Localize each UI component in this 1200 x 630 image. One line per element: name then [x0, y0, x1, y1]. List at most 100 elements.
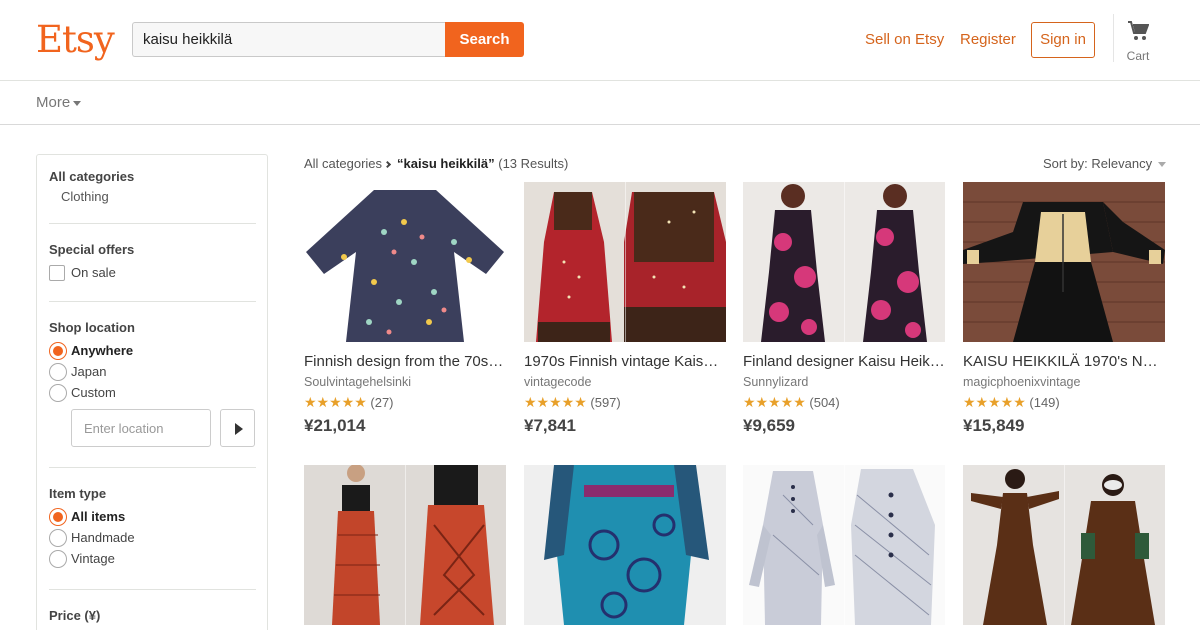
caret-down-icon [1158, 162, 1167, 168]
location-anywhere-label: Anywhere [71, 343, 134, 358]
listing-image[interactable] [743, 465, 945, 625]
location-custom-radio[interactable] [49, 383, 67, 402]
caret-down-icon [73, 100, 82, 106]
star-rating-icon: ★★★★★ [963, 394, 1026, 410]
shop-location-section: Shop location Anywhere Japan Custom [49, 320, 256, 403]
listing-card[interactable]: 1970s Finnish vintage Kaisu Heikkilä dre… [524, 182, 726, 436]
listing-price: ¥21,014 [304, 416, 366, 435]
item-type-handmade-radio[interactable] [49, 528, 67, 547]
item-type-handmade-option[interactable]: Handmade [49, 527, 256, 548]
listing-card[interactable]: KAISU HEIKKILÄ 1970's Nordic dress magic… [963, 182, 1165, 436]
listing-image[interactable] [304, 465, 506, 625]
listing-card[interactable] [743, 465, 945, 630]
listing-card[interactable] [963, 465, 1165, 630]
listing-price: ¥15,849 [963, 416, 1025, 435]
listing-image[interactable] [963, 182, 1165, 342]
listing-rating: ★★★★★ (597) [524, 394, 726, 411]
sign-in-button[interactable]: Sign in [1031, 22, 1095, 58]
play-arrow-icon [235, 423, 243, 435]
price-section: Price (¥) [49, 608, 256, 623]
price-title: Price (¥) [49, 608, 101, 623]
register-link[interactable]: Register [960, 31, 1016, 49]
review-count: (597) [590, 395, 621, 410]
etsy-logo[interactable]: Etsy [36, 18, 115, 62]
cart-button[interactable]: Cart [1121, 20, 1155, 63]
on-sale-option[interactable]: On sale [49, 262, 256, 283]
location-custom-label: Custom [71, 385, 116, 400]
listing-card[interactable]: Finnish design from the 70s vintage dres… [304, 182, 506, 436]
listing-card[interactable] [304, 465, 506, 630]
listing-title[interactable]: KAISU HEIKKILÄ 1970's Nordic dress [963, 353, 1165, 371]
filter-sidebar: All categories Clothing Special offers O… [36, 154, 268, 630]
all-categories-link[interactable]: All categories [49, 169, 256, 184]
item-type-vintage-radio[interactable] [49, 549, 67, 568]
categories-section: All categories Clothing [49, 169, 256, 204]
location-input[interactable] [71, 409, 211, 447]
listing-rating: ★★★★★ (149) [963, 394, 1165, 411]
sell-on-etsy-link[interactable]: Sell on Etsy [865, 31, 944, 49]
header-divider [1113, 14, 1114, 62]
on-sale-label: On sale [71, 265, 116, 280]
item-type-all-option[interactable]: All items [49, 506, 256, 527]
listing-card[interactable]: Finland designer Kaisu Heikkilä maxi dre… [743, 182, 945, 436]
section-divider [49, 589, 256, 590]
review-count: (149) [1029, 395, 1060, 410]
cart-label: Cart [1126, 49, 1150, 63]
sort-label: Sort by: Relevancy [1043, 156, 1153, 171]
star-rating-icon: ★★★★★ [524, 394, 587, 410]
listing-title[interactable]: Finland designer Kaisu Heikkilä maxi dre… [743, 353, 945, 371]
listing-title[interactable]: 1970s Finnish vintage Kaisu Heikkilä dre… [524, 353, 726, 371]
location-submit-button[interactable] [220, 409, 255, 447]
star-rating-icon: ★★★★★ [304, 394, 367, 410]
listing-title[interactable]: Finnish design from the 70s vintage dres… [304, 353, 506, 371]
item-type-title: Item type [49, 486, 107, 501]
listing-shop[interactable]: Soulvintagehelsinki [304, 374, 506, 390]
listing-shop[interactable]: magicphoenixvintage [963, 374, 1165, 390]
breadcrumb: All categories “kaisu heikkilä” (13 Resul… [304, 156, 568, 171]
location-japan-option[interactable]: Japan [49, 361, 256, 382]
more-menu[interactable]: More [36, 94, 82, 111]
listing-price: ¥9,659 [743, 416, 795, 435]
sort-dropdown[interactable]: Sort by: Relevancy [1043, 156, 1167, 171]
category-nav: More [0, 81, 1200, 125]
listing-rating: ★★★★★ (504) [743, 394, 945, 411]
item-type-handmade-label: Handmade [71, 530, 135, 545]
listing-shop[interactable]: Sunnylizard [743, 374, 945, 390]
listing-shop[interactable]: vintagecode [524, 374, 726, 390]
item-type-all-label: All items [71, 509, 126, 524]
location-anywhere-radio[interactable] [49, 341, 67, 360]
item-type-vintage-label: Vintage [71, 551, 115, 566]
star-rating-icon: ★★★★★ [743, 394, 806, 410]
category-clothing-link[interactable]: Clothing [61, 189, 256, 204]
special-offers-section: Special offers On sale [49, 242, 256, 283]
location-anywhere-option[interactable]: Anywhere [49, 340, 256, 361]
listing-card[interactable] [524, 465, 726, 630]
search-bar: Search [132, 22, 524, 57]
listing-image[interactable] [304, 182, 506, 342]
location-custom-option[interactable]: Custom [49, 382, 256, 403]
location-japan-label: Japan [71, 364, 107, 379]
listing-image[interactable] [963, 465, 1165, 625]
listing-image[interactable] [743, 182, 945, 342]
custom-location-row [71, 409, 255, 447]
more-label: More [36, 94, 71, 111]
section-divider [49, 223, 256, 224]
shop-location-title: Shop location [49, 320, 135, 335]
on-sale-checkbox[interactable] [49, 264, 65, 281]
review-count: (27) [370, 395, 394, 410]
listing-image[interactable] [524, 465, 726, 625]
special-offers-title: Special offers [49, 242, 135, 257]
listing-rating: ★★★★★ (27) [304, 394, 506, 411]
item-type-all-radio[interactable] [49, 507, 67, 526]
site-header: Etsy Search Sell on Etsy Register Sign i… [0, 0, 1200, 81]
cart-icon [1128, 21, 1150, 40]
results-count: (13 Results) [498, 156, 569, 171]
location-japan-radio[interactable] [49, 362, 67, 381]
section-divider [49, 467, 256, 468]
breadcrumb-all-categories[interactable]: All categories [304, 156, 382, 171]
item-type-vintage-option[interactable]: Vintage [49, 548, 256, 569]
search-button[interactable]: Search [445, 22, 524, 57]
chevron-right-icon [384, 160, 392, 169]
search-input[interactable] [132, 22, 446, 57]
listing-image[interactable] [524, 182, 726, 342]
